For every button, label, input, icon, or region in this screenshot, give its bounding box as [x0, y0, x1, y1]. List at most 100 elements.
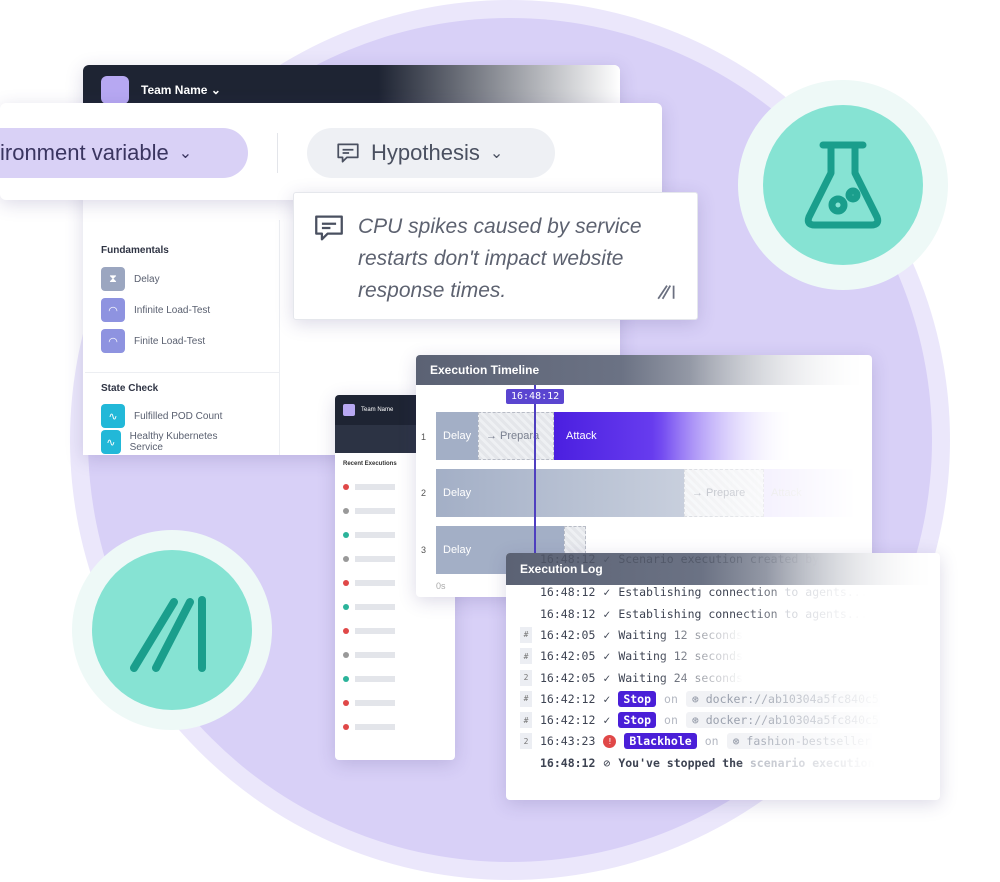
log-row: 2 16:43:23! Blackhole on ⊛ fashion-bestselle…: [520, 733, 878, 750]
sidebar-item-fulfilled-pod-count[interactable]: ∿ Fulfilled POD Count: [101, 404, 222, 428]
execution-list-item[interactable]: [335, 667, 455, 691]
action-tag[interactable]: Stop: [618, 712, 657, 729]
log-message: Waiting 24 seconds: [618, 670, 743, 685]
logo-badge: [72, 530, 272, 730]
target-text: fashion-bestseller: [746, 734, 872, 749]
log-message-faded: to agents...: [777, 585, 868, 600]
hypothesis-card[interactable]: CPU spikes caused by service restarts do…: [293, 192, 698, 320]
attack-segment[interactable]: Attack: [764, 469, 856, 517]
log-message-faded: scenario execution: [742, 755, 875, 770]
item-label: Fulfilled POD Count: [134, 410, 223, 422]
log-time: 16:42:12: [540, 713, 596, 728]
log-time: 16:42:05: [540, 627, 596, 642]
hypothesis-text[interactable]: CPU spikes caused by service restarts do…: [358, 211, 678, 307]
status-dot: [343, 508, 349, 514]
lane-number: 1: [421, 432, 427, 442]
execution-placeholder: [355, 556, 395, 562]
check-icon: ✓: [603, 670, 611, 685]
beaker-badge: [738, 80, 948, 290]
status-dot: [343, 484, 349, 490]
sidebar-item-finite-load-test[interactable]: ◠ Finite Load-Test: [101, 329, 205, 353]
env-label: ironment variable: [0, 140, 169, 165]
execution-list-item[interactable]: [335, 643, 455, 667]
delay-segment[interactable]: Delay: [436, 412, 478, 460]
execution-list-item[interactable]: [335, 715, 455, 739]
pulse-icon: ∿: [101, 404, 125, 428]
check-icon: ✓: [603, 713, 611, 728]
sidebar-item-delay[interactable]: ⧗ Delay: [101, 267, 160, 291]
attack-segment[interactable]: Attack: [554, 412, 796, 460]
log-row: #16:42:05 ✓ Waiting 12 seconds: [520, 626, 743, 643]
action-tag[interactable]: Blackhole: [624, 733, 697, 750]
step-sidebar: Fundamentals ⧗ Delay ◠ Infinite Load-Test …: [85, 220, 280, 455]
delay-segment[interactable]: Delay: [436, 469, 684, 517]
status-dot: [343, 604, 349, 610]
log-message: You've stopped the: [618, 755, 743, 770]
row-number: #: [520, 648, 532, 665]
target-text: docker://ab10304a5fc840c5: [705, 713, 879, 728]
row-number: #: [520, 626, 532, 643]
log-text: Establishing connection to agents...: [618, 607, 867, 621]
pulse-icon: ∿: [101, 430, 121, 454]
hypothesis-label: Hypothesis: [371, 140, 480, 165]
execution-placeholder: [355, 532, 395, 538]
log-row: 16:48:12 ✓ Establishing connection to agen…: [520, 584, 868, 600]
execution-placeholder: [355, 676, 395, 682]
row-number: 2: [520, 669, 532, 686]
log-message: Waiting 12 seconds: [618, 649, 743, 664]
item-label: Infinite Load-Test: [134, 304, 211, 316]
divider: [277, 133, 278, 173]
on-label: on: [664, 691, 678, 706]
sidebar-item-infinite-load-test[interactable]: ◠ Infinite Load-Test: [101, 298, 210, 322]
prepare-segment[interactable]: → Prepara: [478, 412, 554, 460]
row-number: #: [520, 690, 532, 707]
team-logo-icon: [343, 404, 355, 416]
timeline-lane: Delay → Prepara Attack: [436, 412, 796, 460]
team-name-dropdown[interactable]: Team Name ⌄: [141, 83, 221, 97]
prepare-segment[interactable]: → Prepare: [684, 469, 764, 517]
execution-list-item[interactable]: [335, 691, 455, 715]
execution-placeholder: [355, 508, 395, 514]
log-row: 2 16:42:05 ✓ Waiting 24 seconds: [520, 669, 743, 686]
target-chip[interactable]: ⊛ docker://ab10304a5fc840c5: [685, 690, 885, 707]
log-row: 16:48:12 ⊘ You've stopped the scenario exe…: [520, 755, 875, 771]
log-row: 16:48:12 ✓ Scenario execution created by: [520, 553, 819, 567]
log-text: Waiting 12 seconds: [618, 628, 743, 642]
execution-list-item[interactable]: [335, 619, 455, 643]
status-dot: [343, 652, 349, 658]
status-dot: [343, 532, 349, 538]
log-text: Waiting 24 seconds: [618, 671, 743, 685]
status-dot: [343, 676, 349, 682]
log-message: Establishing connection: [618, 606, 778, 621]
log-message: Establishing connection: [618, 585, 778, 600]
log-message: Scenario execution created by: [618, 553, 820, 566]
action-tag[interactable]: Stop: [618, 690, 657, 707]
row-number: [520, 606, 532, 622]
team-logo-icon: [101, 76, 129, 104]
gauge-icon: ◠: [101, 298, 125, 322]
target-chip[interactable]: ⊛ fashion-bestseller: [726, 733, 878, 750]
beaker-icon: [804, 141, 882, 229]
status-dot: [343, 628, 349, 634]
check-icon: ✓: [603, 585, 611, 600]
environment-variable-dropdown[interactable]: ironment variable ⌄: [0, 128, 248, 178]
comment-icon: [315, 215, 343, 241]
on-label: on: [664, 713, 678, 728]
hypothesis-dropdown[interactable]: Hypothesis ⌄: [307, 128, 555, 178]
divider: [85, 372, 280, 373]
status-dot: [343, 580, 349, 586]
target-chip[interactable]: ⊛ docker://ab10304a5fc840c5: [685, 712, 885, 729]
log-text: Establishing connection to agents...: [618, 585, 867, 599]
log-time: 16:48:12: [540, 606, 596, 621]
target-icon: ⊛: [691, 691, 706, 706]
comment-icon: [337, 143, 359, 163]
gauge-icon: ◠: [101, 329, 125, 353]
log-text: Waiting 12 seconds: [618, 649, 743, 663]
sidebar-item-healthy-kubernetes-service[interactable]: ∿ Healthy Kubernetes Service: [101, 430, 231, 454]
on-label: on: [704, 734, 719, 749]
item-label: Healthy Kubernetes Service: [129, 431, 218, 453]
team-name: Team Name: [361, 407, 394, 413]
execution-list-item[interactable]: [335, 595, 455, 619]
row-number: [520, 755, 532, 771]
timeline-header: Execution Timeline: [416, 355, 872, 385]
